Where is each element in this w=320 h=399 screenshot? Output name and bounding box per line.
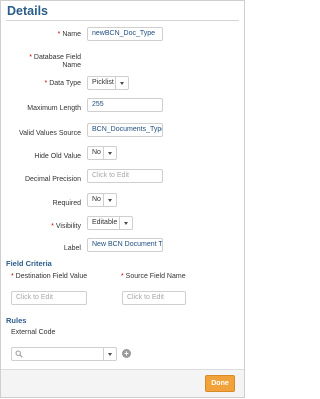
field-criteria-heading: Field Criteria: [6, 259, 52, 268]
title-divider: [6, 20, 239, 21]
maximum-length-input[interactable]: 255: [87, 98, 163, 112]
panel-title: Details: [7, 4, 48, 18]
visibility-value: Editable: [92, 219, 118, 226]
data-type-select[interactable]: Picklist: [87, 76, 129, 90]
name-input[interactable]: newBCN_Doc_Type: [87, 27, 163, 41]
panel-footer: Done: [1, 369, 244, 397]
hide-old-value-label: Hide Old Value: [34, 153, 81, 160]
visibility-label: * Visibility: [51, 223, 81, 230]
valid-values-source-input[interactable]: BCN_Documents_Type: [87, 123, 163, 137]
data-type-value: Picklist: [92, 79, 114, 86]
plus-circle-icon[interactable]: +: [122, 349, 131, 358]
valid-values-source-label: Valid Values Source: [19, 130, 81, 137]
done-button[interactable]: Done: [205, 375, 235, 392]
search-icon: [15, 350, 23, 363]
source-field-name-input[interactable]: Click to Edit: [122, 291, 186, 305]
visibility-select[interactable]: Editable: [87, 216, 133, 230]
maximum-length-label: Maximum Length: [27, 105, 81, 112]
rules-heading: Rules: [6, 316, 27, 325]
destination-field-value-input[interactable]: Click to Edit: [11, 291, 87, 305]
required-value: No: [92, 196, 101, 203]
chevron-down-icon: [103, 348, 116, 360]
decimal-precision-input[interactable]: Click to Edit: [87, 169, 163, 183]
required-label: Required: [52, 200, 81, 207]
name-label: * Name: [57, 31, 81, 38]
external-code-label: External Code: [11, 329, 56, 336]
source-field-name-label: * Source Field Name: [121, 273, 186, 280]
label-field-label: Label: [63, 245, 81, 252]
database-field-name-label: * Database Field Name: [29, 54, 81, 69]
chevron-down-icon: [103, 147, 116, 159]
chevron-down-icon: [119, 217, 132, 229]
decimal-precision-label: Decimal Precision: [24, 176, 81, 183]
data-type-label: * Data Type: [44, 80, 81, 87]
details-panel: Details * Name newBCN_Doc_Type * Databas…: [0, 0, 245, 398]
required-select[interactable]: No: [87, 193, 117, 207]
hide-old-value-value: No: [92, 149, 101, 156]
destination-field-value-label: * Destination Field Value: [11, 273, 88, 280]
label-input[interactable]: New BCN Document Ty: [87, 238, 163, 252]
chevron-down-icon: [103, 194, 116, 206]
chevron-down-icon: [115, 77, 128, 89]
hide-old-value-select[interactable]: No: [87, 146, 117, 160]
external-code-select[interactable]: [11, 347, 117, 361]
